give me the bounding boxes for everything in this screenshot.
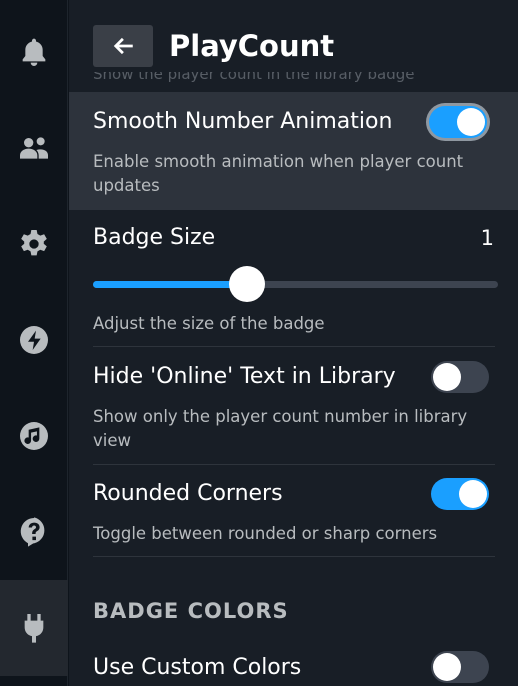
divider xyxy=(93,464,495,465)
rounded-corners-title: Rounded Corners xyxy=(93,481,283,506)
custom-colors-toggle[interactable] xyxy=(431,651,489,683)
gear-icon xyxy=(21,230,47,256)
toggle-knob xyxy=(433,653,461,681)
scrolled-description: Show the player count in the library bad… xyxy=(93,65,415,83)
setting-description: Enable smooth animation when player coun… xyxy=(93,152,464,195)
badge-size-value: 1 xyxy=(480,226,494,250)
hide-online-description: Show only the player count number in lib… xyxy=(93,407,468,450)
toggle-knob xyxy=(457,108,485,136)
sidebar-item-performance[interactable] xyxy=(0,292,68,388)
sidebar-item-notifications[interactable] xyxy=(0,4,68,100)
setting-title: Smooth Number Animation xyxy=(93,109,393,134)
sidebar-item-settings[interactable] xyxy=(0,196,68,292)
sidebar-item-friends[interactable] xyxy=(0,100,68,196)
help-icon xyxy=(20,517,45,547)
section-title-badge-colors: BADGE COLORS xyxy=(93,599,289,623)
setting-row-smooth-animation[interactable]: Smooth Number Animation Enable smooth an… xyxy=(69,92,518,210)
sidebar-item-plugins[interactable] xyxy=(0,580,68,676)
badge-size-title: Badge Size xyxy=(93,225,216,250)
hide-online-title: Hide 'Online' Text in Library xyxy=(93,364,396,389)
header: PlayCount xyxy=(69,0,518,67)
slider-fill xyxy=(93,281,247,288)
bell-icon xyxy=(22,38,46,66)
rounded-corners-toggle[interactable] xyxy=(431,478,489,510)
slider-handle[interactable] xyxy=(228,266,265,302)
badge-size-description: Adjust the size of the badge xyxy=(93,314,325,333)
arrow-left-icon xyxy=(113,37,133,55)
divider xyxy=(93,346,495,347)
rounded-corners-description: Toggle between rounded or sharp corners xyxy=(93,524,438,543)
badge-size-slider[interactable] xyxy=(93,281,498,288)
page-title: PlayCount xyxy=(169,29,335,63)
sidebar xyxy=(0,0,68,686)
sidebar-item-music[interactable] xyxy=(0,388,68,484)
plug-icon xyxy=(24,614,44,643)
back-button[interactable] xyxy=(93,25,153,67)
toggle-knob xyxy=(459,480,487,508)
hide-online-toggle[interactable] xyxy=(431,361,489,393)
toggle-knob xyxy=(433,363,461,391)
music-icon xyxy=(19,422,48,450)
smooth-animation-toggle[interactable] xyxy=(429,106,487,138)
plugin-settings-panel: Show the player count in the library bad… xyxy=(69,0,518,686)
friends-icon xyxy=(20,137,48,159)
lightning-icon xyxy=(19,326,48,354)
sidebar-item-help[interactable] xyxy=(0,484,68,580)
divider xyxy=(93,556,495,557)
custom-colors-title: Use Custom Colors xyxy=(93,655,302,680)
